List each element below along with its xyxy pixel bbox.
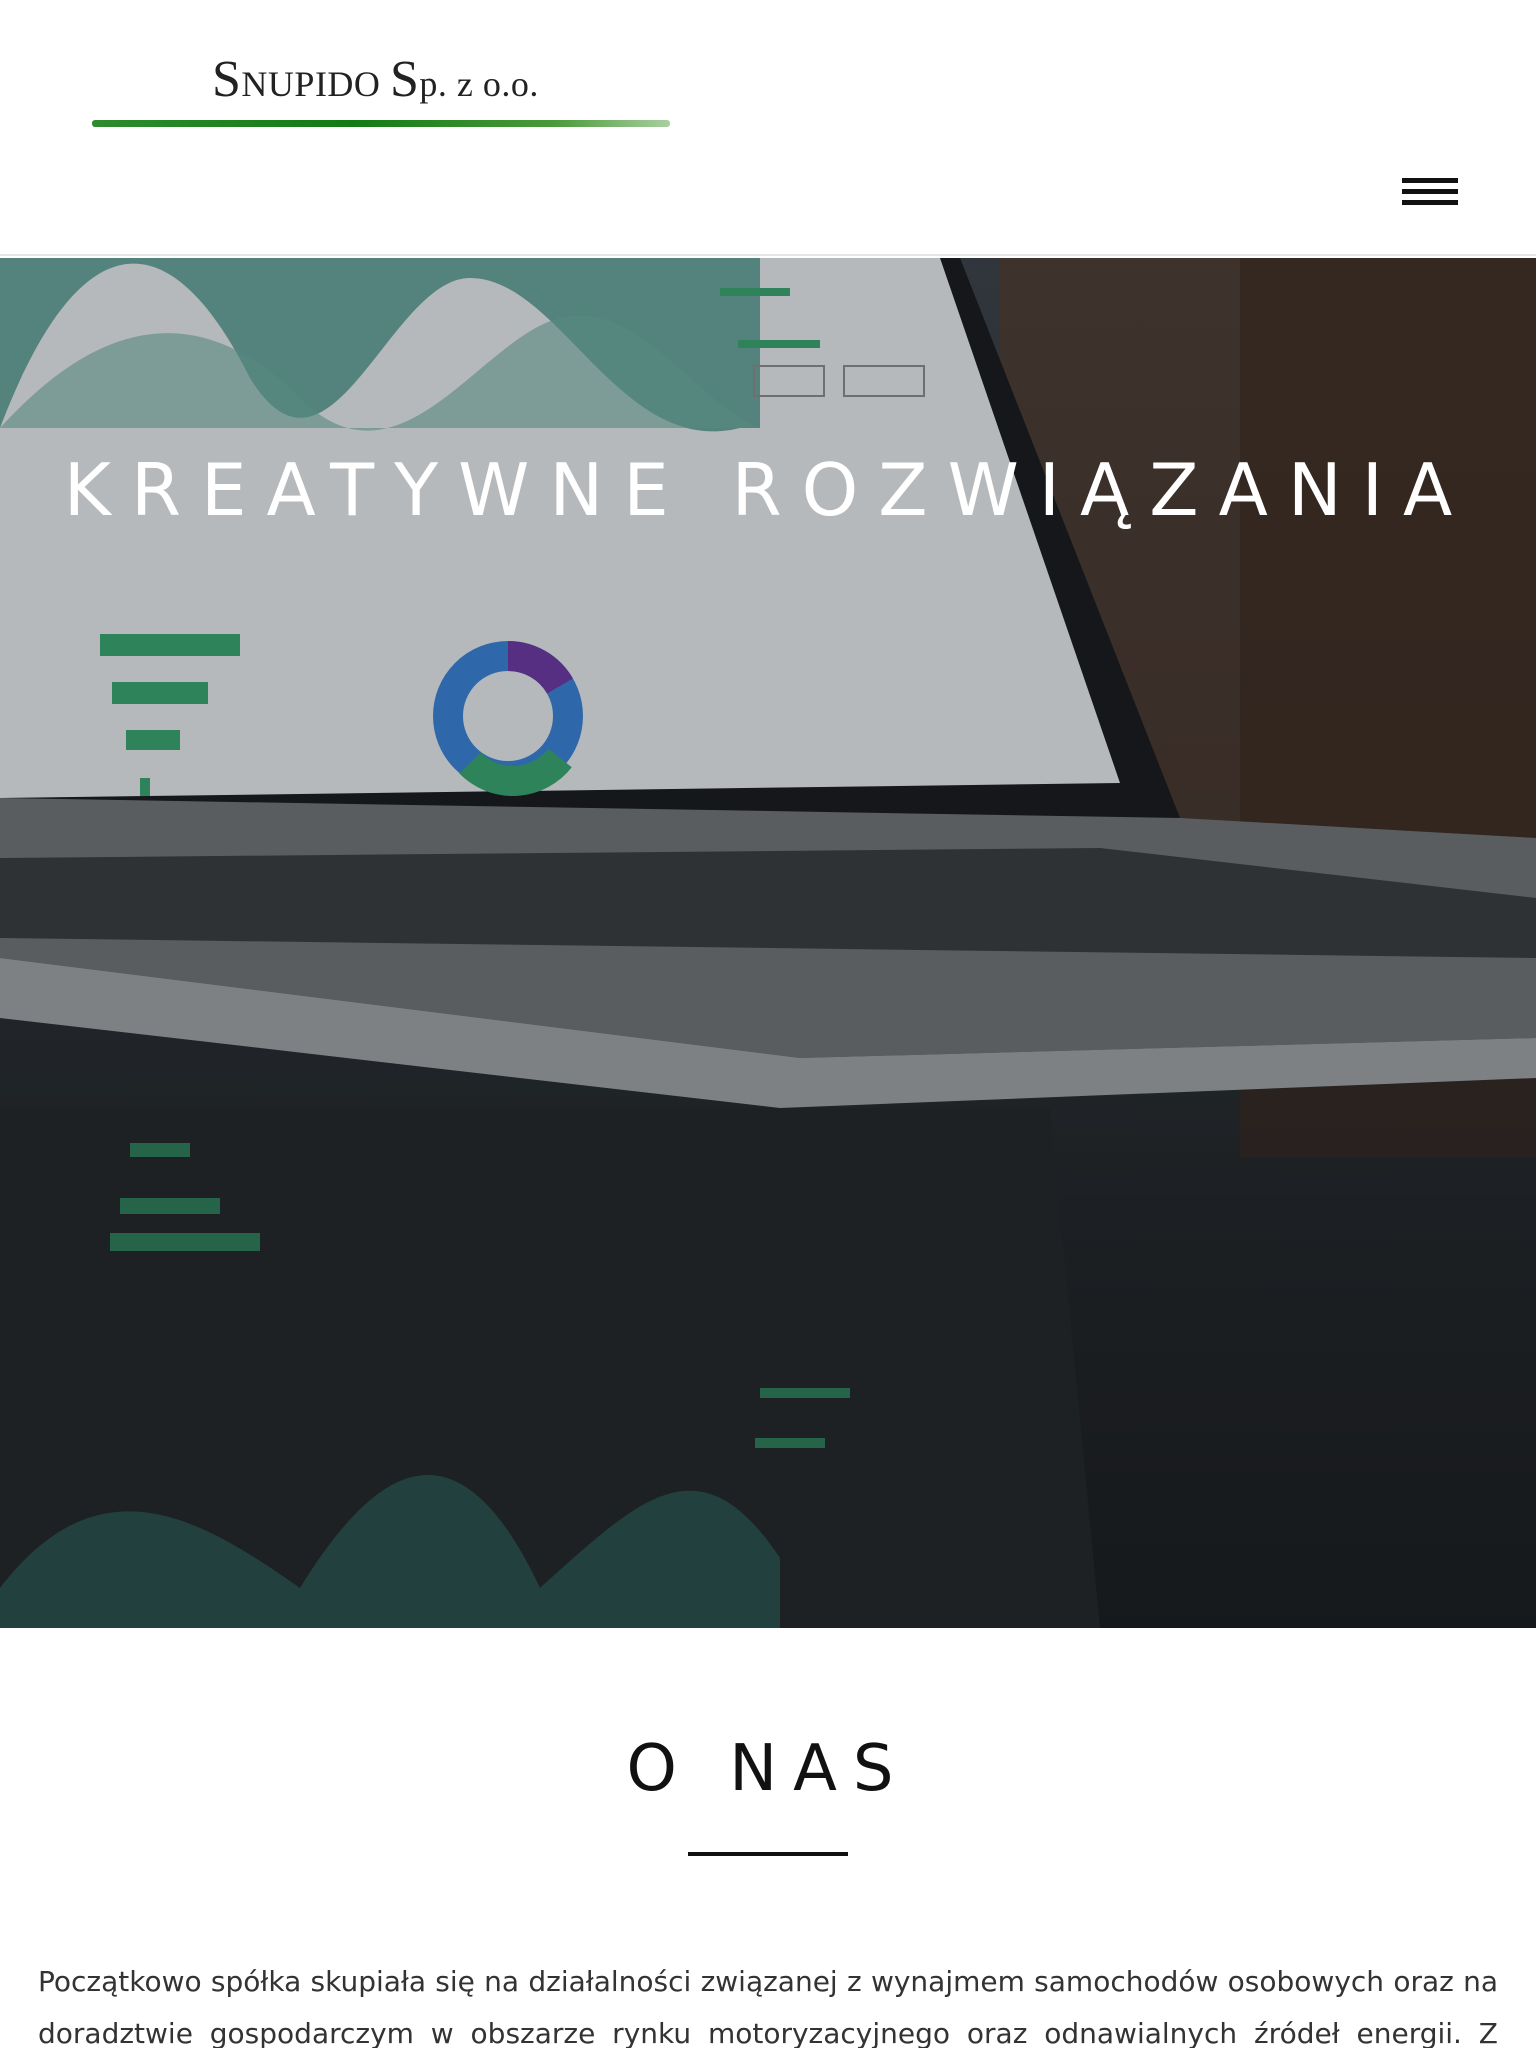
logo-initial-sp: S [389, 51, 420, 108]
about-title-divider [688, 1852, 848, 1856]
logo-suffix: p. z o.o. [419, 64, 539, 104]
about-paragraph: Początkowo spółka skupiała się na działa… [38, 1965, 1498, 2048]
hero-title: KREATYWNE ROZWIĄZANIA [63, 448, 1473, 532]
menu-bar-middle [1402, 189, 1458, 194]
logo-initial-s: S [212, 51, 242, 108]
site-header: SNUPIDO Sp. z o.o. [0, 0, 1536, 256]
hero-banner: KREATYWNE ROZWIĄZANIA [0, 258, 1536, 1628]
about-title: O NAS [626, 1732, 910, 1806]
hamburger-menu-icon[interactable] [1402, 178, 1458, 214]
logo-name-rest: NUPIDO [241, 64, 390, 104]
menu-bar-bottom [1402, 200, 1458, 205]
logo-underline [92, 120, 670, 127]
menu-bar-top [1402, 178, 1458, 183]
company-logo[interactable]: SNUPIDO Sp. z o.o. [92, 50, 670, 130]
logo-text: SNUPIDO Sp. z o.o. [212, 50, 539, 109]
about-section: O NAS Początkowo spółka skupiała się na … [0, 1628, 1536, 2048]
